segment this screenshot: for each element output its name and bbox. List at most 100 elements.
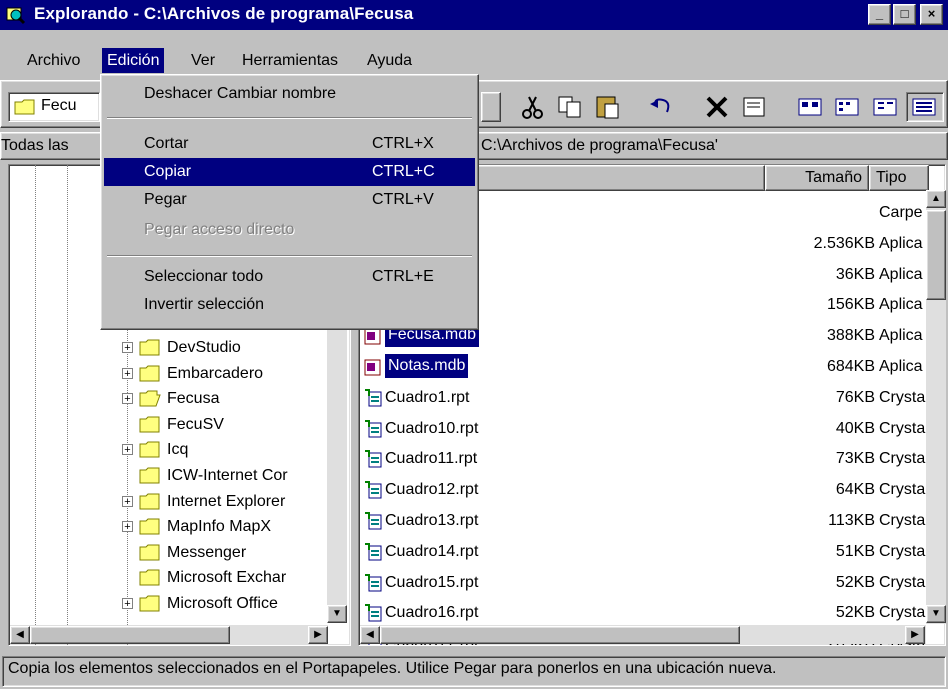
expand-plus-icon[interactable]: + [122,393,133,405]
menu-separator [107,117,472,119]
file-row[interactable]: Cuadro13.rpt 113KB Crysta [359,507,945,534]
menu-herramientas[interactable]: Herramientas [237,48,343,73]
close-button[interactable]: × [920,4,943,25]
properties-button[interactable] [738,92,772,122]
files-scroll-down-button[interactable]: ▼ [926,605,946,623]
file-row[interactable]: Notas.mdb 684KB Aplica [359,353,945,380]
crystal-report-icon [365,542,382,561]
minimize-button[interactable]: _ [868,4,891,25]
tree-item-label: Messenger [167,543,247,561]
menu-deshacer[interactable]: Deshacer Cambiar nombre [104,80,475,108]
file-row[interactable]: Cuadro11.rpt 73KB Crysta [359,445,945,472]
title-bar[interactable]: Explorando - C:\Archivos de programa\Fec… [0,0,948,30]
tree-item-label: Fecusa [167,390,220,408]
file-size: 52KB [835,573,875,591]
file-type: Aplica [879,358,923,375]
tree-item[interactable]: + Icq [9,437,339,462]
file-row[interactable]: Cuadro16.rpt 52KB Crysta [359,599,945,626]
file-type: Crysta [879,512,926,529]
copy-icon [558,96,581,118]
files-scroll-right-button[interactable]: ▶ [905,626,925,644]
status-text: Copia los elementos seleccionados en el … [8,660,777,677]
menu-copiar[interactable]: Copiar CTRL+C [104,158,475,186]
explorer-icon [6,7,26,25]
expand-plus-icon[interactable]: + [122,495,133,507]
crystal-report-icon [365,512,382,530]
file-type: Crysta [879,388,926,406]
tree-item[interactable]: ICW-Internet Cor [9,463,339,488]
tree-item[interactable]: + Embarcadero [9,361,339,386]
menu-pegar[interactable]: Pegar CTRL+V [104,186,475,214]
file-size: 2.536KB [813,234,875,252]
file-type: Carpe [879,204,923,221]
file-row[interactable]: Cuadro1.rpt 76KB Crysta [359,384,945,411]
file-row[interactable]: Cuadro12.rpt 64KB Crysta [359,476,945,503]
folder-icon [139,569,160,586]
crystal-report-icon [365,388,382,407]
menu-ver[interactable]: Ver [186,48,220,73]
column-header-size[interactable]: Tamaño [765,165,869,191]
view-small-icons-button[interactable] [830,92,864,122]
tree-item[interactable]: Microsoft Exchar [9,565,339,590]
file-size: 64KB [835,481,875,499]
menu-invertir-seleccion[interactable]: Invertir selección [104,291,475,319]
file-row[interactable]: Cuadro14.rpt 51KB Crysta [359,538,945,565]
tree-scroll-left-button[interactable]: ◀ [10,626,30,644]
file-size: 40KB [835,419,875,437]
tree-scroll-down-button[interactable]: ▼ [327,605,347,623]
view-details-button[interactable] [906,92,944,122]
file-row[interactable]: Cuadro15.rpt 52KB Crysta [359,569,945,596]
edit-menu-dropdown: Deshacer Cambiar nombre Cortar CTRL+X Cop… [100,74,479,330]
delete-button[interactable] [700,92,734,122]
menu-cortar[interactable]: Cortar CTRL+X [104,130,475,158]
files-scroll-up-button[interactable]: ▲ [926,190,946,208]
up-button[interactable] [481,92,501,122]
tree-item[interactable]: + MapInfo MapX [9,514,339,539]
file-name: Cuadro11.rpt [385,450,478,468]
file-size: 113KB [828,512,875,529]
folder-icon [139,595,160,612]
folder-combo[interactable]: Fecu [8,92,100,122]
menu-archivo[interactable]: Archivo [22,48,85,73]
tree-scroll-right-button[interactable]: ▶ [308,626,328,644]
files-hscroll-thumb[interactable] [380,626,740,644]
menu-seleccionar-todo[interactable]: Seleccionar todo CTRL+E [104,263,475,291]
undo-button[interactable] [645,92,679,122]
crystal-report-icon [365,450,382,468]
file-type: Aplica [879,327,923,345]
menu-separator [107,255,472,257]
tree-item[interactable]: + Fecusa [9,386,339,411]
tree-item[interactable]: + Internet Explorer [9,489,339,514]
menu-pegar-acceso-directo[interactable]: Pegar acceso directo [104,216,475,244]
window-title: Explorando - C:\Archivos de programa\Fec… [34,4,414,23]
tree-item[interactable]: + Microsoft Office [9,591,339,616]
expand-plus-icon[interactable]: + [122,367,133,379]
column-header-type[interactable]: Tipo [869,165,929,191]
crystal-report-icon [365,419,382,438]
view-list-button[interactable] [868,92,902,122]
file-size: 76KB [835,388,875,406]
copy-button[interactable] [553,92,587,122]
maximize-button[interactable]: □ [893,4,916,25]
tree-item[interactable]: FecuSV [9,412,339,437]
tree-hscroll-thumb[interactable] [30,626,230,644]
expand-plus-icon[interactable]: + [122,342,133,354]
files-vscroll-thumb[interactable] [926,210,946,300]
tree-item[interactable]: + DevStudio [9,335,339,360]
view-large-icons-button[interactable] [793,92,827,122]
menu-ayuda[interactable]: Ayuda [362,48,417,73]
cut-button[interactable] [516,92,550,122]
tree-item-label: Microsoft Office [167,595,278,612]
files-scroll-left-button[interactable]: ◀ [360,626,380,644]
file-size: 73KB [835,450,875,468]
menu-edicion[interactable]: Edición [102,48,165,73]
tree-item[interactable]: Messenger [9,540,339,565]
file-row[interactable]: Cuadro10.rpt 40KB Crysta [359,415,945,442]
open-folder-icon [139,390,161,407]
expand-plus-icon[interactable]: + [122,598,133,610]
paste-button[interactable] [591,92,625,122]
crystal-report-icon [365,573,382,592]
expand-plus-icon[interactable]: + [122,444,133,456]
tree-item-label: FecuSV [167,415,224,433]
expand-plus-icon[interactable]: + [122,521,133,533]
